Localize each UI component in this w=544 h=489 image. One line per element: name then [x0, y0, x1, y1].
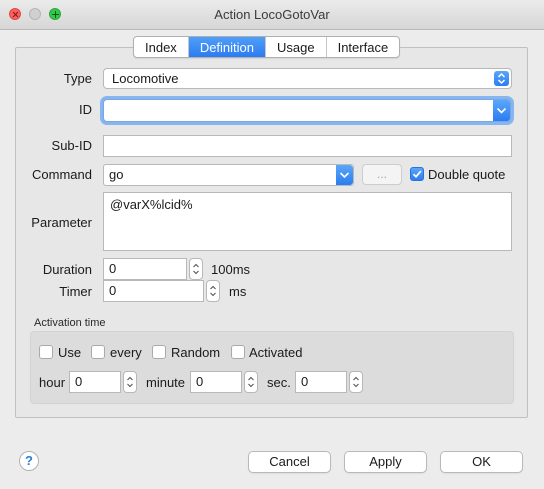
minute-stepper[interactable] [244, 371, 258, 393]
tab-interface[interactable]: Interface [327, 37, 400, 57]
activated-label: Activated [249, 345, 303, 360]
hour-label: hour [39, 375, 66, 390]
sec-stepper[interactable] [349, 371, 363, 393]
hour-input[interactable]: 0 [69, 371, 121, 393]
ok-button[interactable]: OK [440, 451, 523, 473]
double-quote-checkbox[interactable] [410, 167, 424, 181]
activation-groupbox [30, 331, 514, 404]
cancel-button[interactable]: Cancel [248, 451, 331, 473]
chevron-down-icon[interactable] [336, 165, 353, 185]
id-combobox[interactable] [103, 99, 511, 122]
checkmark-icon [412, 170, 422, 179]
dialog-window: Action LocoGotoVar Index Definition Usag… [0, 0, 544, 489]
every-label: every [110, 345, 142, 360]
window-title: Action LocoGotoVar [214, 7, 330, 22]
select-arrows-icon [494, 71, 509, 86]
use-label: Use [58, 345, 82, 360]
apply-button[interactable]: Apply [344, 451, 427, 473]
duration-label: Duration [42, 262, 92, 277]
parameter-label: Parameter [31, 215, 92, 230]
random-label: Random [171, 345, 221, 360]
timer-label: Timer [59, 284, 92, 299]
random-checkbox[interactable] [152, 345, 166, 359]
subid-input[interactable] [103, 135, 512, 157]
type-label: Type [63, 71, 92, 86]
subid-label: Sub-ID [51, 138, 92, 153]
timer-stepper[interactable] [206, 280, 220, 302]
tab-index[interactable]: Index [134, 37, 189, 57]
tab-bar: Index Definition Usage Interface [133, 36, 401, 58]
type-select[interactable]: Locomotive [103, 68, 512, 89]
every-checkbox[interactable] [91, 345, 105, 359]
sec-input[interactable]: 0 [295, 371, 347, 393]
minute-input[interactable]: 0 [190, 371, 242, 393]
hour-stepper[interactable] [123, 371, 137, 393]
double-quote-label: Double quote [428, 167, 506, 182]
title-bar: Action LocoGotoVar [0, 0, 544, 30]
use-checkbox[interactable] [39, 345, 53, 359]
timer-input[interactable]: 0 [103, 280, 204, 302]
parameter-textarea[interactable]: @varX%lcid% [103, 192, 512, 251]
minute-label: minute [146, 375, 186, 390]
chevron-down-icon[interactable] [493, 100, 510, 121]
tab-usage[interactable]: Usage [266, 37, 327, 57]
activation-group-title: Activation time [34, 317, 106, 329]
command-label: Command [32, 167, 92, 182]
tab-definition[interactable]: Definition [188, 37, 267, 57]
sec-label: sec. [267, 375, 291, 390]
duration-unit: 100ms [211, 262, 251, 277]
timer-unit: ms [229, 284, 247, 299]
command-combobox[interactable]: go [103, 164, 354, 186]
duration-stepper[interactable] [189, 258, 203, 280]
command-combobox-value: go [109, 167, 124, 182]
type-select-value: Locomotive [112, 71, 179, 86]
help-icon[interactable]: ? [19, 451, 39, 471]
activated-checkbox[interactable] [231, 345, 245, 359]
duration-input[interactable]: 0 [103, 258, 187, 280]
command-more-button[interactable]: ... [362, 164, 402, 185]
id-label: ID [79, 102, 92, 117]
